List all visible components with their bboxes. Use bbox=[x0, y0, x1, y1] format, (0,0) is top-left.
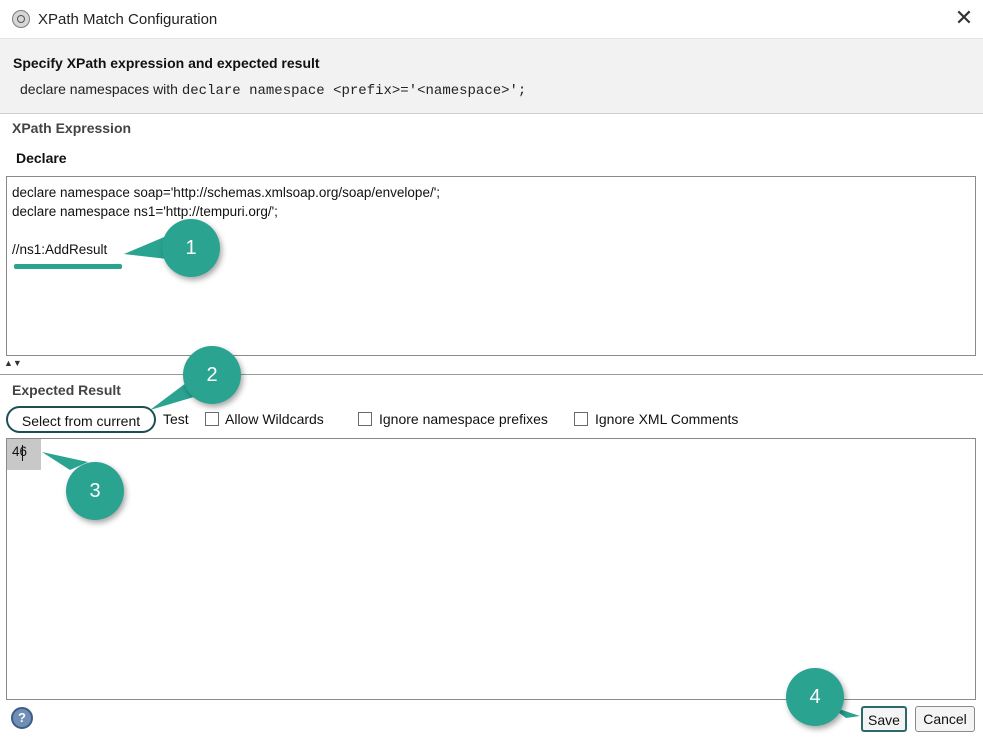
select-from-current-button[interactable]: Select from current bbox=[6, 406, 156, 433]
callout-1-badge: 1 bbox=[162, 219, 220, 277]
header-description: declare namespaces with declare namespac… bbox=[20, 81, 526, 99]
ignore-xml-comments-checkbox[interactable] bbox=[574, 412, 588, 426]
allow-wildcards-label: Allow Wildcards bbox=[225, 411, 324, 427]
app-icon bbox=[12, 10, 30, 28]
expected-result-value[interactable]: 46 bbox=[7, 439, 41, 470]
allow-wildcards-checkbox[interactable] bbox=[205, 412, 219, 426]
callout-3-badge: 3 bbox=[66, 462, 124, 520]
splitter-arrows-icon[interactable]: ▲▼ bbox=[4, 359, 22, 368]
xpath-section-label: XPath Expression bbox=[12, 120, 132, 136]
help-icon[interactable]: ? bbox=[11, 707, 33, 729]
save-button[interactable]: Save bbox=[861, 706, 907, 732]
text-caret bbox=[22, 445, 23, 461]
annotation-underline bbox=[14, 264, 122, 269]
close-icon[interactable]: ✕ bbox=[952, 6, 976, 30]
header-title: Specify XPath expression and expected re… bbox=[13, 55, 320, 71]
callout-2-badge: 2 bbox=[183, 346, 241, 404]
cancel-button[interactable]: Cancel bbox=[915, 706, 975, 732]
expected-section-label: Expected Result bbox=[12, 382, 121, 398]
ignore-namespace-prefixes-checkbox[interactable] bbox=[358, 412, 372, 426]
header-description-text: declare namespaces with bbox=[20, 81, 178, 97]
callout-4-badge: 4 bbox=[786, 668, 844, 726]
header-panel bbox=[0, 38, 983, 114]
ignore-xml-comments-label: Ignore XML Comments bbox=[595, 411, 739, 427]
xpath-expression-editor[interactable]: declare namespace soap='http://schemas.x… bbox=[6, 176, 976, 356]
window-title: XPath Match Configuration bbox=[38, 11, 218, 28]
test-button[interactable]: Test bbox=[163, 411, 189, 427]
ignore-namespace-prefixes-label: Ignore namespace prefixes bbox=[379, 411, 548, 427]
splitter[interactable] bbox=[0, 360, 983, 374]
declare-button[interactable]: Declare bbox=[8, 147, 75, 169]
splitter-line bbox=[0, 374, 983, 375]
header-description-code: declare namespace <prefix>='<namespace>'… bbox=[181, 83, 527, 99]
expected-result-editor[interactable] bbox=[6, 438, 976, 700]
